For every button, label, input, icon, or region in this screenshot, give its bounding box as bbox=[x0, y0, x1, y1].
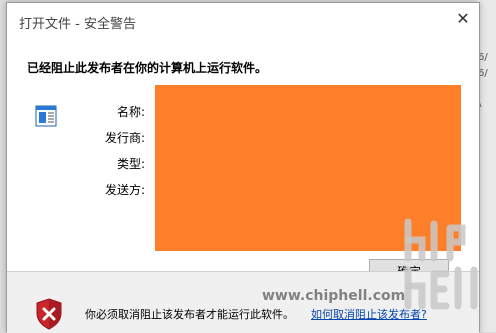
publisher-label: 发行商: bbox=[104, 131, 145, 145]
from-label: 发送方: bbox=[104, 183, 145, 197]
blocked-message: 你必须取消阻止该发布者才能运行此软件。 bbox=[85, 308, 294, 321]
red-shield-x-icon bbox=[36, 298, 62, 330]
close-icon[interactable]: ✕ bbox=[453, 9, 473, 29]
type-label: 类型: bbox=[116, 157, 145, 171]
chiphell-watermark-logo bbox=[404, 218, 478, 310]
window-title: 打开文件 - 安全警告 bbox=[19, 17, 136, 32]
name-label: 名称: bbox=[116, 105, 145, 119]
titlebar: 打开文件 - 安全警告 ✕ bbox=[7, 3, 479, 39]
watermark-url: www.chiphell.com bbox=[262, 288, 406, 304]
blocked-heading: 已经阻止此发布者在你的计算机上运行软件。 bbox=[27, 61, 268, 75]
application-window-icon bbox=[35, 105, 57, 127]
